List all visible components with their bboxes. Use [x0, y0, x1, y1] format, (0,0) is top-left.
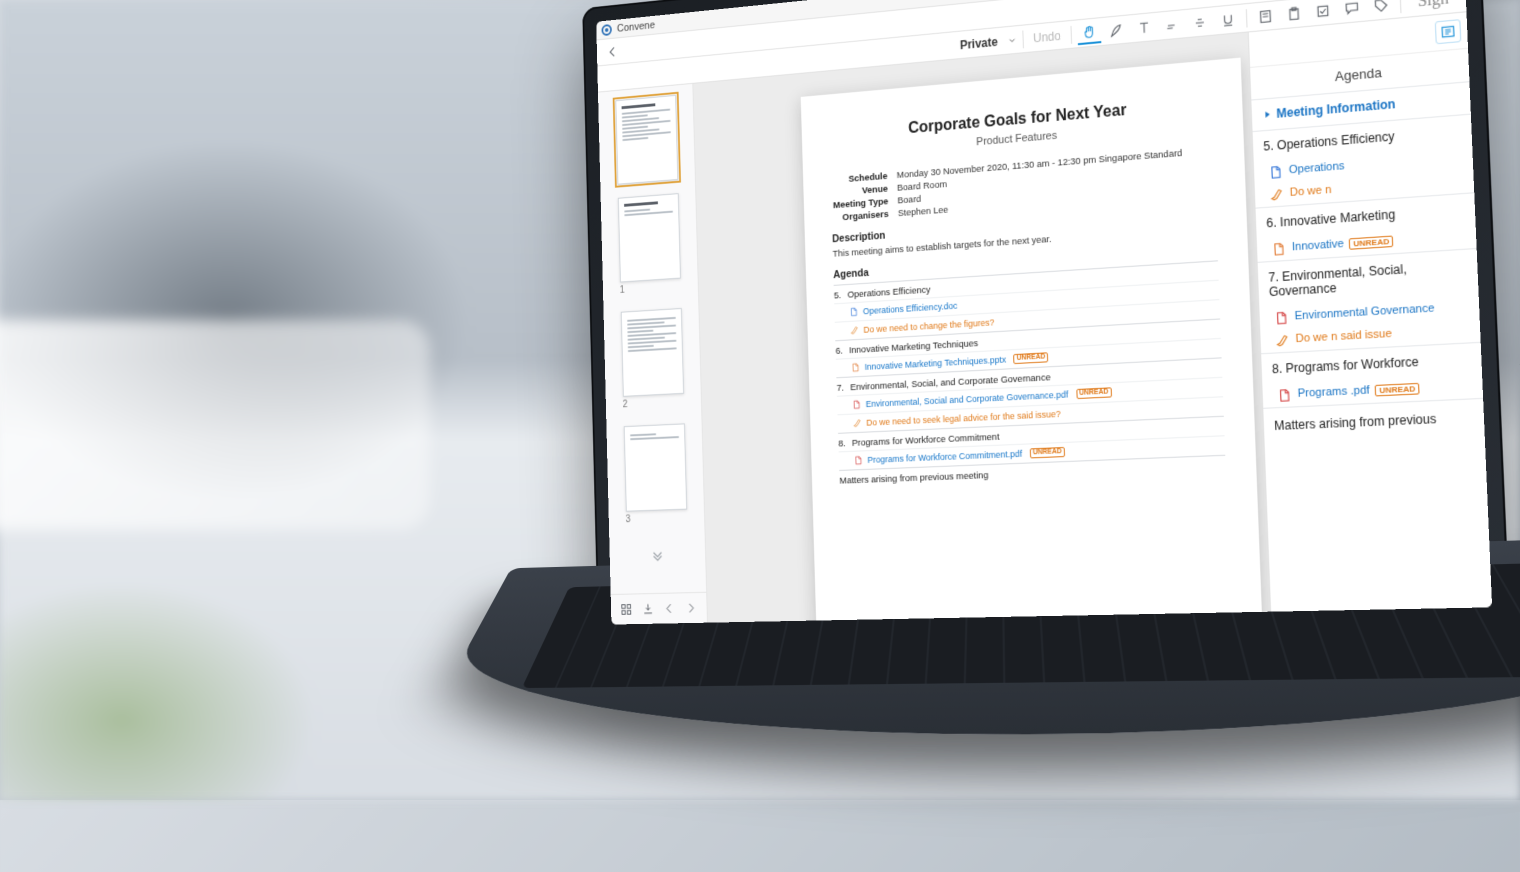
document-page: Corporate Goals for Next Year Product Fe… [801, 58, 1265, 623]
thumbnail-wrap: 2 [620, 308, 684, 413]
file-pdf-icon [1274, 310, 1289, 325]
highlight-tool-icon[interactable] [1159, 13, 1184, 37]
comment-tool-icon[interactable] [1339, 0, 1365, 20]
file-pdf-icon [853, 454, 863, 466]
agenda-toggle-icon[interactable] [1435, 19, 1462, 44]
prev-page-icon[interactable] [661, 598, 678, 619]
file-doc-icon [1268, 165, 1283, 180]
app-title: Convene [617, 19, 655, 34]
thumbnail-number: 1 [620, 279, 681, 299]
strikethrough-tool-icon[interactable] [1187, 10, 1212, 34]
app-logo-icon [601, 23, 612, 35]
download-icon[interactable] [639, 598, 656, 619]
thumbnail-bottom-tools [611, 592, 707, 625]
thumbnail-item[interactable] [620, 308, 683, 397]
underline-tool-icon[interactable] [1215, 7, 1240, 32]
pen-tool-icon[interactable] [1104, 18, 1128, 42]
checklist-tool-icon[interactable] [1310, 0, 1336, 23]
question-icon [852, 417, 862, 429]
back-button[interactable] [602, 40, 623, 63]
question-icon [850, 324, 860, 336]
sign-button[interactable]: Sign [1407, 0, 1460, 12]
file-ppt-icon [851, 361, 861, 373]
agenda-panel: Agenda Meeting Information 5. Operations… [1248, 12, 1492, 611]
clipboard-tool-icon[interactable] [1281, 1, 1306, 26]
tag-tool-icon[interactable] [1368, 0, 1394, 18]
file-ppt-icon [1271, 242, 1286, 257]
next-page-icon[interactable] [683, 597, 700, 619]
file-doc-icon [849, 306, 859, 318]
thumbnails-more-icon[interactable] [649, 540, 666, 574]
thumbnail-wrap: 1 [617, 193, 680, 298]
file-pdf-icon [852, 399, 862, 411]
question-icon [1275, 333, 1290, 348]
meeting-info-label: Meeting Information [1276, 97, 1396, 121]
text-tool-icon[interactable] [1132, 15, 1156, 39]
main-area: 1 2 3 [598, 12, 1492, 624]
app-window: Convene Private Undo [596, 0, 1492, 625]
laptop-mock: Convene Private Undo [498, 0, 1520, 871]
privacy-dropdown[interactable]: Private [954, 34, 1004, 52]
document-viewport[interactable]: Corporate Goals for Next Year Product Fe… [693, 33, 1270, 623]
file-pdf-icon [1277, 388, 1292, 403]
thumbnail-item[interactable] [617, 193, 680, 282]
grid-view-icon[interactable] [618, 599, 635, 620]
thumbnail-panel: 1 2 3 [598, 84, 708, 625]
thumbnail-number: 2 [623, 394, 684, 413]
hand-tool-icon[interactable] [1077, 21, 1101, 45]
thumbnail-item[interactable] [615, 95, 678, 185]
note-tool-icon[interactable] [1252, 4, 1277, 29]
thumbnail-number: 3 [625, 510, 687, 528]
meta-label: Organisers [831, 208, 898, 224]
question-icon [1269, 187, 1284, 202]
undo-button[interactable]: Undo [1029, 28, 1065, 45]
thumbnail-wrap: 3 [623, 423, 687, 527]
thumbnail-item[interactable] [623, 423, 686, 511]
